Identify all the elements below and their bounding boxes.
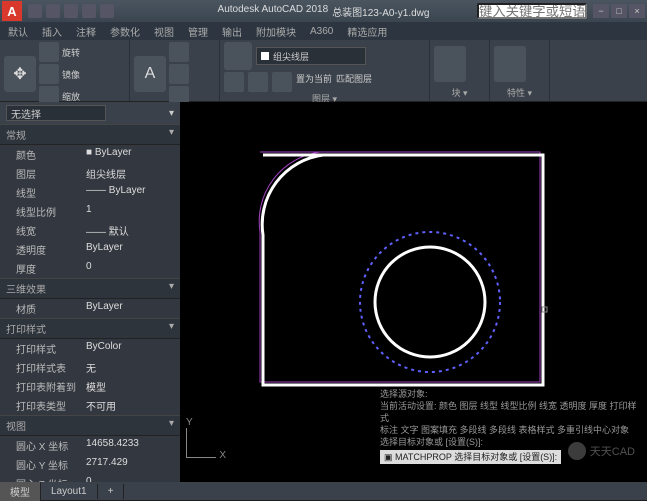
qat-new-icon[interactable] [28, 4, 42, 18]
section-plot[interactable]: 打印样式 [6, 321, 46, 336]
prop-ltscale-k: 线型比例 [16, 204, 86, 219]
block-panel-label[interactable]: 块 ▾ [434, 86, 485, 99]
tab-add[interactable]: + [98, 484, 125, 499]
layer-color-swatch [261, 52, 269, 60]
prop-cx-v[interactable]: 14658.4233 [86, 438, 139, 453]
prop-psattach-k: 打印表附着到 [16, 379, 86, 394]
qat-save-icon[interactable] [64, 4, 78, 18]
properties-button[interactable] [494, 46, 526, 82]
section-view[interactable]: 视图 [6, 418, 26, 433]
rotate-label: 旋转 [62, 46, 80, 59]
prop-pstype-k: 打印表类型 [16, 398, 86, 413]
palette-options-icon[interactable]: ▾ [169, 108, 174, 119]
title-bar: A Autodesk AutoCAD 2018 总装图123-A0-y1.dwg… [0, 0, 647, 22]
mirror-icon[interactable] [39, 64, 59, 84]
prop-trans-v[interactable]: ByLayer [86, 242, 123, 257]
help-search-input[interactable] [477, 3, 587, 19]
prop-lweight-k: 线宽 [16, 223, 86, 238]
tab-manage[interactable]: 管理 [188, 24, 208, 39]
prop-ltype-k: 线型 [16, 185, 86, 200]
tab-output[interactable]: 输出 [222, 24, 242, 39]
drawing-viewport[interactable]: Y X 选择源对象: 当前活动设置: 颜色 图层 线型 线型比例 线宽 透明度 … [180, 102, 647, 482]
doc-name: 总装图123-A0-y1.dwg [332, 4, 429, 19]
props-panel-label[interactable]: 特性 ▾ [494, 86, 545, 99]
layer-lock-icon[interactable] [272, 72, 292, 92]
section-general[interactable]: 常规 [6, 127, 26, 142]
quick-access-toolbar [28, 4, 114, 18]
cad-drawing [240, 132, 560, 402]
cmd-line-1: 选择源对象: [380, 388, 637, 400]
match-layer-button[interactable]: 匹配图层 [336, 72, 372, 92]
mirror-label: 镜像 [62, 68, 80, 81]
cmd-line-2: 当前活动设置: 颜色 图层 线型 线型比例 线宽 透明度 厚度 打印样式 [380, 400, 637, 424]
qat-open-icon[interactable] [46, 4, 60, 18]
prop-pstable-k: 打印样式表 [16, 360, 86, 375]
tab-model[interactable]: 模型 [0, 482, 41, 501]
prop-pstable-v[interactable]: 无 [86, 360, 96, 375]
prop-ltscale-v[interactable]: 1 [86, 204, 92, 219]
app-name: Autodesk AutoCAD 2018 [218, 4, 329, 19]
command-input[interactable]: ▣ MATCHPROP 选择目标对象或 [设置(S)]: [380, 450, 561, 464]
layer-properties-button[interactable] [224, 42, 252, 70]
prop-cy-v[interactable]: 2717.429 [86, 457, 128, 472]
section-3d[interactable]: 三维效果 [6, 281, 46, 296]
tab-layout1[interactable]: Layout1 [41, 484, 98, 499]
ribbon: ✥ 旋转 镜像 缩放 修改 ▾ A 注释 ▾ 组尖线层 [0, 40, 647, 102]
layer-current-name: 组尖线层 [273, 50, 309, 63]
prop-lweight-v[interactable]: —— 默认 [86, 223, 129, 238]
ribbon-tabs: 默认 插入 注释 参数化 视图 管理 输出 附加模块 A360 精选应用 [0, 22, 647, 40]
prop-material-v[interactable]: ByLayer [86, 301, 123, 316]
tab-featured[interactable]: 精选应用 [347, 24, 387, 39]
prop-ltype-v[interactable]: —— ByLayer [86, 185, 145, 200]
prop-layer-k: 图层 [16, 166, 86, 181]
layer-freeze-icon[interactable] [248, 72, 268, 92]
prop-cx-k: 圆心 X 坐标 [16, 438, 86, 453]
prop-psattach-v[interactable]: 模型 [86, 379, 106, 394]
watermark: 天天CAD [568, 442, 635, 460]
prop-color-v[interactable]: ■ ByLayer [86, 147, 132, 162]
properties-palette: 无选择 ▾ 常规▾ 颜色■ ByLayer 图层组尖线层 线型—— ByLaye… [0, 102, 180, 482]
close-button[interactable]: × [629, 4, 645, 18]
set-current-button[interactable]: 置为当前 [296, 72, 332, 92]
layout-tabs: 模型 Layout1 + [0, 482, 647, 500]
prop-thick-k: 厚度 [16, 261, 86, 276]
move-button[interactable]: ✥ [4, 56, 36, 92]
cmd-line-3: 标注 文字 图案填充 多段线 多段线 表格样式 多重引线中心对象 [380, 424, 637, 436]
tab-a360[interactable]: A360 [310, 26, 333, 37]
leader-icon[interactable] [169, 64, 189, 84]
tab-annotate[interactable]: 注释 [76, 24, 96, 39]
dimension-icon[interactable] [169, 42, 189, 62]
block-insert-button[interactable] [434, 46, 466, 82]
qat-redo-icon[interactable] [100, 4, 114, 18]
prop-trans-k: 透明度 [16, 242, 86, 257]
ucs-icon: Y X [186, 417, 216, 458]
selection-dropdown[interactable]: 无选择 [6, 105, 106, 121]
maximize-button[interactable]: □ [611, 4, 627, 18]
tab-default[interactable]: 默认 [8, 24, 28, 39]
tab-addins[interactable]: 附加模块 [256, 24, 296, 39]
prop-pstyle-v[interactable]: ByColor [86, 341, 122, 356]
tab-view[interactable]: 视图 [154, 24, 174, 39]
tab-parametric[interactable]: 参数化 [110, 24, 140, 39]
prop-material-k: 材质 [16, 301, 86, 316]
scale-label: 缩放 [62, 90, 80, 103]
prop-cy-k: 圆心 Y 坐标 [16, 457, 86, 472]
rotate-icon[interactable] [39, 42, 59, 62]
minimize-button[interactable]: − [593, 4, 609, 18]
text-button[interactable]: A [134, 56, 166, 92]
qat-undo-icon[interactable] [82, 4, 96, 18]
prop-color-k: 颜色 [16, 147, 86, 162]
prop-thick-v[interactable]: 0 [86, 261, 92, 276]
prop-layer-v[interactable]: 组尖线层 [86, 166, 126, 181]
layer-iso-icon[interactable] [224, 72, 244, 92]
layer-dropdown[interactable]: 组尖线层 [256, 47, 366, 65]
tab-insert[interactable]: 插入 [42, 24, 62, 39]
prop-pstyle-k: 打印样式 [16, 341, 86, 356]
prop-pstype-v[interactable]: 不可用 [86, 398, 116, 413]
app-logo[interactable]: A [2, 1, 22, 21]
